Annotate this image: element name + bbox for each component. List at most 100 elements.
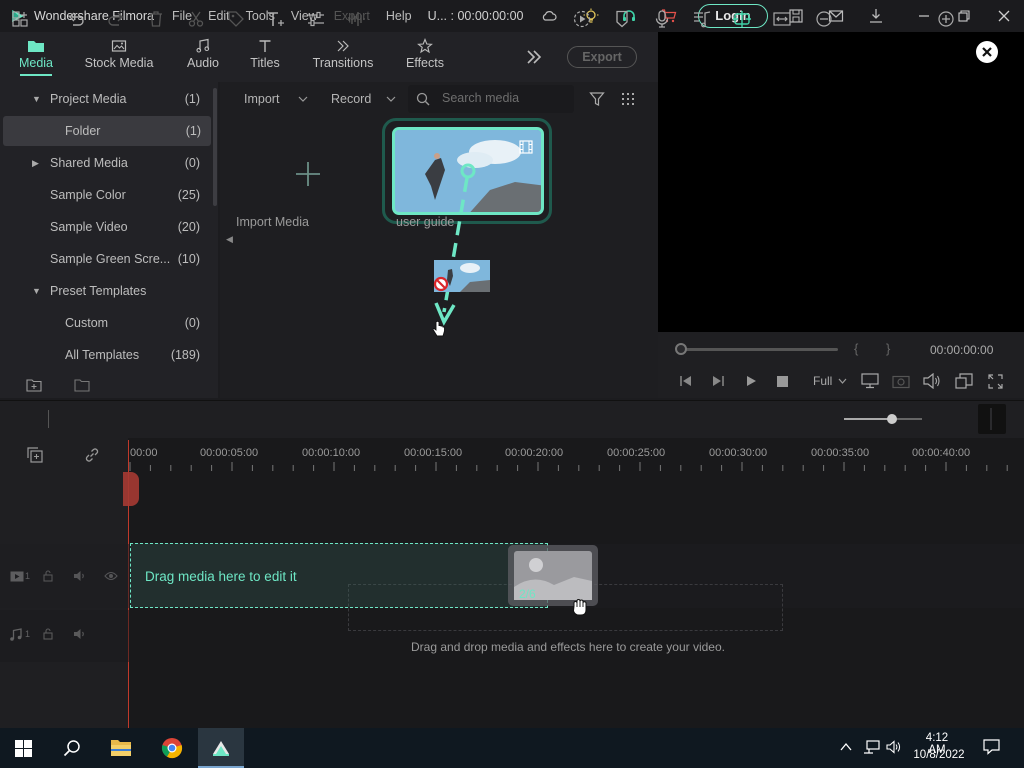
drag-media-hint: Drag media here to edit it <box>145 569 297 584</box>
expanded-triangle-icon[interactable]: ▼ <box>32 276 41 306</box>
chrome-app[interactable] <box>149 728 195 768</box>
render-icon[interactable] <box>572 9 592 29</box>
network-icon[interactable] <box>863 740 881 754</box>
add-track-icon[interactable] <box>26 446 44 464</box>
stop-icon[interactable] <box>777 376 788 387</box>
restore-icon[interactable] <box>956 8 972 24</box>
layout-icon[interactable] <box>10 9 30 29</box>
filter-icon[interactable] <box>589 91 605 107</box>
display-icon[interactable] <box>861 373 879 389</box>
folder-outline-icon[interactable] <box>74 378 90 392</box>
tab-stock-media[interactable]: Stock Media <box>80 32 158 82</box>
preview-player[interactable] <box>658 32 1024 332</box>
sidebar-item-project-media[interactable]: ▼ Project Media (1) <box>0 84 212 114</box>
tag-icon[interactable] <box>226 9 246 29</box>
app-window: Wondershare Filmora File Edit Tools View… <box>0 0 1024 768</box>
delete-icon[interactable] <box>146 9 166 29</box>
import-dropdown[interactable]: Import <box>244 92 279 106</box>
quality-select[interactable]: Full <box>813 374 832 388</box>
more-tabs-icon[interactable] <box>526 50 542 64</box>
menu-help[interactable]: Help <box>386 9 412 23</box>
tray-chevron-up-icon[interactable] <box>840 742 852 752</box>
sidebar-item-sample-video[interactable]: Sample Video (20) <box>0 212 212 242</box>
ruler-label: 00:00:30:00 <box>709 447 768 459</box>
notifications-icon[interactable] <box>983 739 1000 755</box>
sidebar-item-preset-templates[interactable]: ▼ Preset Templates <box>0 276 212 306</box>
volume-tray-icon[interactable] <box>886 740 902 754</box>
snapshot-icon[interactable] <box>892 373 910 389</box>
cut-icon[interactable] <box>186 9 206 29</box>
snap-magnet-icon[interactable] <box>732 9 752 29</box>
expanded-triangle-icon[interactable]: ▼ <box>32 84 41 114</box>
filmora-app[interactable] <box>198 728 244 768</box>
chevron-down-icon[interactable] <box>298 96 308 102</box>
redo-icon[interactable] <box>106 9 126 29</box>
audio-wave-icon[interactable] <box>346 9 366 29</box>
add-text-icon[interactable] <box>266 9 286 29</box>
preview-progress-handle[interactable] <box>675 343 687 355</box>
file-explorer-app[interactable] <box>98 728 144 768</box>
next-frame-icon[interactable] <box>712 375 724 387</box>
timeline-panel-toggle[interactable] <box>978 404 1006 434</box>
zoom-slider-handle[interactable] <box>887 414 897 424</box>
transition-icon <box>337 40 349 52</box>
zoom-in-icon[interactable] <box>936 9 956 29</box>
preview-progress-track[interactable] <box>680 348 838 351</box>
tab-transitions[interactable]: Transitions <box>310 32 376 82</box>
mark-in-brace[interactable]: { <box>854 341 858 356</box>
search-input[interactable] <box>442 91 566 105</box>
sidebar-item-custom[interactable]: Custom (0) <box>0 308 212 338</box>
close-preview-button[interactable] <box>976 41 998 63</box>
tab-transitions-label: Transitions <box>312 56 374 70</box>
tab-audio[interactable]: Audio <box>180 32 226 82</box>
fit-timeline-icon[interactable] <box>772 9 792 29</box>
zoom-out-icon[interactable] <box>814 9 834 29</box>
windows-start-icon[interactable] <box>15 740 32 757</box>
volume-icon[interactable] <box>923 373 941 389</box>
record-dropdown[interactable]: Record <box>331 92 371 106</box>
collapse-sidebar-icon[interactable]: ◀ <box>226 234 233 245</box>
export-button[interactable]: Export <box>567 46 637 68</box>
music-list-icon[interactable] <box>692 9 712 29</box>
project-timecode: U... : 00:00:00:00 <box>427 9 524 23</box>
cloud-icon[interactable] <box>541 8 557 24</box>
sidebar-item-shared-media[interactable]: ▶ Shared Media (0) <box>0 148 212 178</box>
close-window-icon[interactable] <box>996 8 1012 24</box>
sidebar-scrollbar[interactable] <box>213 88 217 206</box>
microphone-icon[interactable] <box>652 9 672 29</box>
tab-media[interactable]: Media <box>6 32 66 82</box>
ruler-ticks <box>129 462 1008 471</box>
chevron-down-icon[interactable] <box>838 378 847 384</box>
search-icon[interactable] <box>63 739 81 757</box>
drag-media-zone[interactable]: Drag media here to edit it <box>130 543 548 608</box>
collapsed-triangle-icon[interactable]: ▶ <box>32 148 39 178</box>
sidebar-item-sample-green-screen[interactable]: Sample Green Scre... (10) <box>0 244 212 274</box>
aspect-ratio-icon[interactable] <box>955 373 973 389</box>
minimize-icon[interactable] <box>916 8 932 24</box>
previous-frame-icon[interactable] <box>680 375 692 387</box>
mark-out-brace[interactable]: } <box>886 341 890 356</box>
shield-marker-icon[interactable] <box>612 9 632 29</box>
grab-hand-icon <box>572 598 587 616</box>
link-icon[interactable] <box>83 446 101 464</box>
grid-view-icon[interactable] <box>621 92 635 106</box>
new-folder-icon[interactable] <box>26 378 42 392</box>
sidebar-item-folder[interactable]: Folder (1) <box>3 116 211 146</box>
filmora-taskbar-icon <box>213 741 229 756</box>
chrome-icon <box>161 738 183 759</box>
playhead-scissors-marker[interactable] <box>123 472 139 506</box>
play-icon[interactable] <box>745 375 757 387</box>
fullscreen-icon[interactable] <box>988 374 1003 389</box>
sidebar-item-sample-color[interactable]: Sample Color (25) <box>0 180 212 210</box>
tab-titles[interactable]: Titles <box>244 32 286 82</box>
clock-date[interactable]: 10/8/2022 <box>909 749 969 761</box>
tab-effects[interactable]: Effects <box>402 32 448 82</box>
sidebar-item-count: (0) <box>184 316 200 330</box>
import-media-tile[interactable] <box>236 126 382 221</box>
image-icon <box>111 40 127 52</box>
chevron-down-icon[interactable] <box>386 96 396 102</box>
undo-icon[interactable] <box>66 9 86 29</box>
download-icon[interactable] <box>868 8 884 24</box>
adjust-icon[interactable] <box>306 9 326 29</box>
sidebar-item-all-templates[interactable]: All Templates (189) <box>0 340 212 370</box>
